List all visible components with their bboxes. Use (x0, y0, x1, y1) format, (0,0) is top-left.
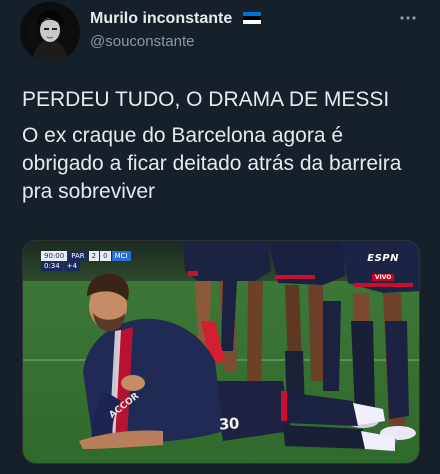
tweet-headline: PERDEU TUDO, O DRAMA DE MESSI (22, 88, 390, 111)
home-team: PAR (68, 251, 88, 261)
author-name-text: Murilo inconstante (90, 10, 233, 27)
away-score: 0 (100, 251, 111, 261)
away-team: MCI (111, 251, 131, 261)
avatar[interactable] (20, 2, 80, 62)
espn-logo: ESPN (367, 253, 399, 264)
match-clock: 90:00 (41, 251, 68, 261)
broadcaster-logo: ESPN VIVO (367, 253, 399, 283)
tweet-body: O ex craque do Barcelona agora é obrigad… (22, 124, 402, 203)
added-time: +4 (63, 261, 81, 271)
live-badge: VIVO (371, 274, 395, 281)
shirt-number: 30 (218, 414, 240, 434)
tweet-text: PERDEU TUDO, O DRAMA DE MESSI O ex craqu… (22, 86, 422, 206)
estonia-flag-icon (242, 11, 261, 24)
tweet-media-image[interactable]: 90:00 PAR 2 0 MCI 0:34 +4 ESPN VIVO ACCO… (22, 240, 420, 464)
author-name[interactable]: Murilo inconstante (90, 10, 261, 28)
tweet: Murilo inconstante @souconstante PERDEU … (0, 0, 440, 474)
scoreboard-overlay: 90:00 PAR 2 0 MCI 0:34 +4 (41, 251, 132, 271)
author-handle[interactable]: @souconstante (90, 33, 194, 50)
more-horizontal-icon[interactable] (398, 8, 418, 28)
period-time: 0:34 (41, 261, 63, 271)
avatar-image (20, 2, 80, 62)
home-score: 2 (88, 251, 100, 261)
